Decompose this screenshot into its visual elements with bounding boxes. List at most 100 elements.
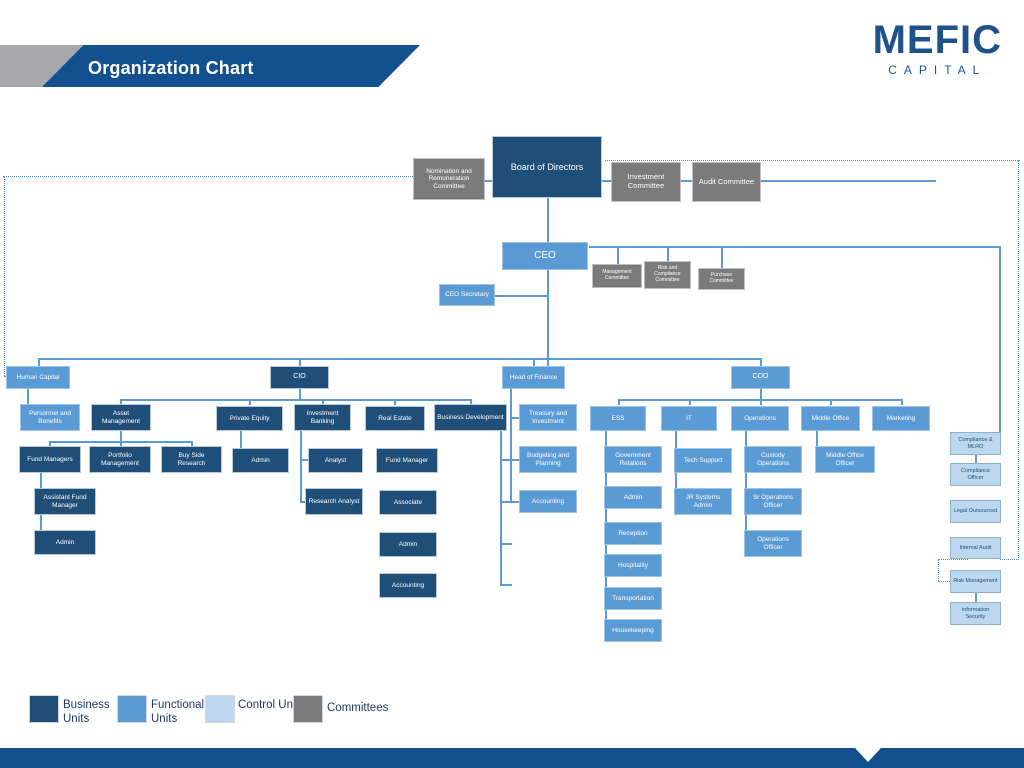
node-government-relations[interactable]: Government Relations bbox=[604, 446, 662, 473]
connector-cio-bus bbox=[120, 399, 471, 401]
node-head-of-finance[interactable]: Head of Finance bbox=[502, 366, 565, 389]
connector-purchase-committee bbox=[721, 246, 723, 268]
node-sr-operations-officer[interactable]: Sr Operations Officer bbox=[744, 488, 802, 515]
node-board-of-directors[interactable]: Board of Directors bbox=[492, 136, 602, 198]
connector-coo-middle-office bbox=[830, 399, 832, 405]
connector-ceo-secretary bbox=[495, 295, 548, 297]
node-hospitality[interactable]: Hospitality bbox=[604, 554, 662, 577]
dotted-risk-management-link bbox=[938, 581, 950, 582]
node-finance-accounting[interactable]: Accounting bbox=[519, 490, 577, 513]
node-investment-committee[interactable]: Investment Committee bbox=[611, 162, 681, 202]
node-housekeeping[interactable]: Housekeeping bbox=[604, 619, 662, 642]
node-tech-support[interactable]: Tech Support bbox=[674, 448, 732, 473]
node-coo[interactable]: COO bbox=[731, 366, 790, 389]
legend-swatch-control-units bbox=[205, 695, 235, 723]
node-private-equity-admin[interactable]: Admin bbox=[232, 448, 289, 473]
node-operations[interactable]: Operations bbox=[731, 406, 789, 431]
connector-cio-private-equity bbox=[249, 399, 251, 405]
connector-re-accounting bbox=[500, 584, 512, 586]
node-purchase-committee[interactable]: Purchase Committee bbox=[698, 268, 745, 290]
node-internal-audit[interactable]: Internal Audit bbox=[950, 537, 1001, 559]
dotted-internal-audit-left bbox=[938, 559, 968, 560]
dotted-internal-audit-down bbox=[938, 559, 939, 581]
dotted-board-bus-right bbox=[605, 160, 1020, 161]
node-transportation[interactable]: Transportation bbox=[604, 587, 662, 610]
connector-ceo-spine bbox=[547, 270, 549, 376]
node-nomination-remuneration-committee[interactable]: Nomination and Remuneration Committee bbox=[413, 158, 485, 200]
node-ceo-secretary[interactable]: CEO Secretary bbox=[439, 284, 495, 306]
node-portfolio-management[interactable]: Portfolio Management bbox=[89, 446, 151, 473]
node-risk-compliance-committee[interactable]: Risk and Compliance Committee bbox=[644, 261, 691, 289]
logo-tagline: CAPITAL bbox=[888, 63, 987, 77]
node-investment-banking[interactable]: Investment Banking bbox=[294, 404, 351, 431]
node-real-estate[interactable]: Real Estate bbox=[365, 406, 425, 431]
node-it[interactable]: IT bbox=[661, 406, 717, 431]
node-fund-managers[interactable]: Fund Managers bbox=[19, 446, 81, 473]
node-personnel-and-benefits[interactable]: Personnel and Benefits bbox=[20, 404, 80, 431]
connector-board-ceo bbox=[547, 198, 549, 242]
node-compliance-officer[interactable]: Compliance Officer bbox=[950, 463, 1001, 486]
dotted-left-vertical bbox=[4, 176, 5, 376]
connector-ceo-right-bus bbox=[589, 246, 1000, 248]
connector-management-committee bbox=[617, 246, 619, 264]
node-ceo[interactable]: CEO bbox=[502, 242, 588, 270]
node-fund-managers-admin[interactable]: Admin bbox=[34, 530, 96, 555]
node-assistant-fund-manager[interactable]: Assistant Fund Manager bbox=[34, 488, 96, 515]
connector-audit-right-bus bbox=[761, 180, 936, 182]
node-ess-admin[interactable]: Admin bbox=[604, 486, 662, 509]
connector-div-finance bbox=[533, 358, 535, 366]
node-treasury-and-investment[interactable]: Treasury and Investment bbox=[519, 404, 577, 431]
connector-re-admin bbox=[500, 543, 512, 545]
node-buy-side-research[interactable]: Buy Side Research bbox=[161, 446, 222, 473]
connector-finance-spine bbox=[510, 389, 512, 502]
node-middle-office-officer[interactable]: Middle Office Officer bbox=[815, 446, 875, 473]
legend-label-committees: Committees bbox=[327, 702, 389, 714]
node-middle-office[interactable]: Middle Office bbox=[801, 406, 860, 431]
node-risk-management[interactable]: Risk Management bbox=[950, 570, 1001, 593]
node-re-accounting[interactable]: Accounting bbox=[379, 573, 437, 598]
node-budgeting-and-planning[interactable]: Budgeting and Planning bbox=[519, 446, 577, 473]
mefic-capital-logo: MEFIC CAPITAL bbox=[873, 20, 1002, 77]
connector-coo-ess bbox=[618, 399, 620, 405]
node-management-committee[interactable]: Management Committee bbox=[592, 264, 642, 288]
organization-chart-slide: Organization Chart MEFIC CAPITAL Nominat… bbox=[0, 0, 1024, 768]
legend-swatch-committees bbox=[293, 695, 323, 723]
connector-right-solid-vertical bbox=[999, 246, 1001, 446]
node-reception[interactable]: Reception bbox=[604, 522, 662, 545]
connector-div-coo bbox=[760, 358, 762, 366]
node-ess[interactable]: ESS bbox=[590, 406, 646, 431]
dotted-right-outer-vertical bbox=[1018, 160, 1019, 560]
node-jr-systems-admin[interactable]: JR Systems Admin bbox=[674, 488, 732, 515]
connector-coo-operations bbox=[760, 399, 762, 405]
node-ib-analyst[interactable]: Analyst bbox=[308, 448, 363, 473]
node-re-fund-manager[interactable]: Fund Manager bbox=[376, 448, 438, 473]
node-asset-management[interactable]: Asset Management bbox=[91, 404, 151, 431]
page-title: Organization Chart bbox=[88, 58, 254, 78]
node-cio[interactable]: CIO bbox=[270, 366, 329, 389]
connector-div-human-capital bbox=[38, 358, 40, 366]
node-ib-research-analyst[interactable]: Research Analyst bbox=[305, 488, 363, 515]
connector-division-bus bbox=[38, 358, 760, 360]
connector-cio-real-estate bbox=[394, 399, 396, 405]
logo-wordmark: MEFIC bbox=[872, 18, 1002, 62]
node-legal-outsourced[interactable]: Legal Outsourced bbox=[950, 500, 1001, 523]
dotted-right-to-internal-audit bbox=[1000, 559, 1019, 560]
node-operations-officer[interactable]: Operations Officer bbox=[744, 530, 802, 557]
node-information-security[interactable]: Information Security bbox=[950, 602, 1001, 625]
node-custody-operations[interactable]: Custody Operations bbox=[744, 446, 802, 473]
connector-re-spine bbox=[500, 431, 502, 585]
legend-swatch-business-units bbox=[29, 695, 59, 723]
node-marketing[interactable]: Marketing bbox=[872, 406, 930, 431]
node-re-associate[interactable]: Associate bbox=[379, 490, 437, 515]
connector-coo-marketing bbox=[901, 399, 903, 405]
footer-bar bbox=[0, 748, 1024, 768]
connector-coo-it bbox=[689, 399, 691, 405]
node-business-development[interactable]: Business Development bbox=[434, 404, 507, 431]
node-audit-committee[interactable]: Audit Committee bbox=[692, 162, 761, 202]
node-human-capital[interactable]: Human Capital bbox=[6, 366, 70, 389]
node-re-admin[interactable]: Admin bbox=[379, 532, 437, 557]
connector-ib-spine bbox=[300, 431, 302, 502]
connector-div-cio bbox=[299, 358, 301, 366]
node-compliance-mlro[interactable]: Compliance & MLRO bbox=[950, 432, 1001, 455]
node-private-equity[interactable]: Private Equity bbox=[216, 406, 283, 431]
